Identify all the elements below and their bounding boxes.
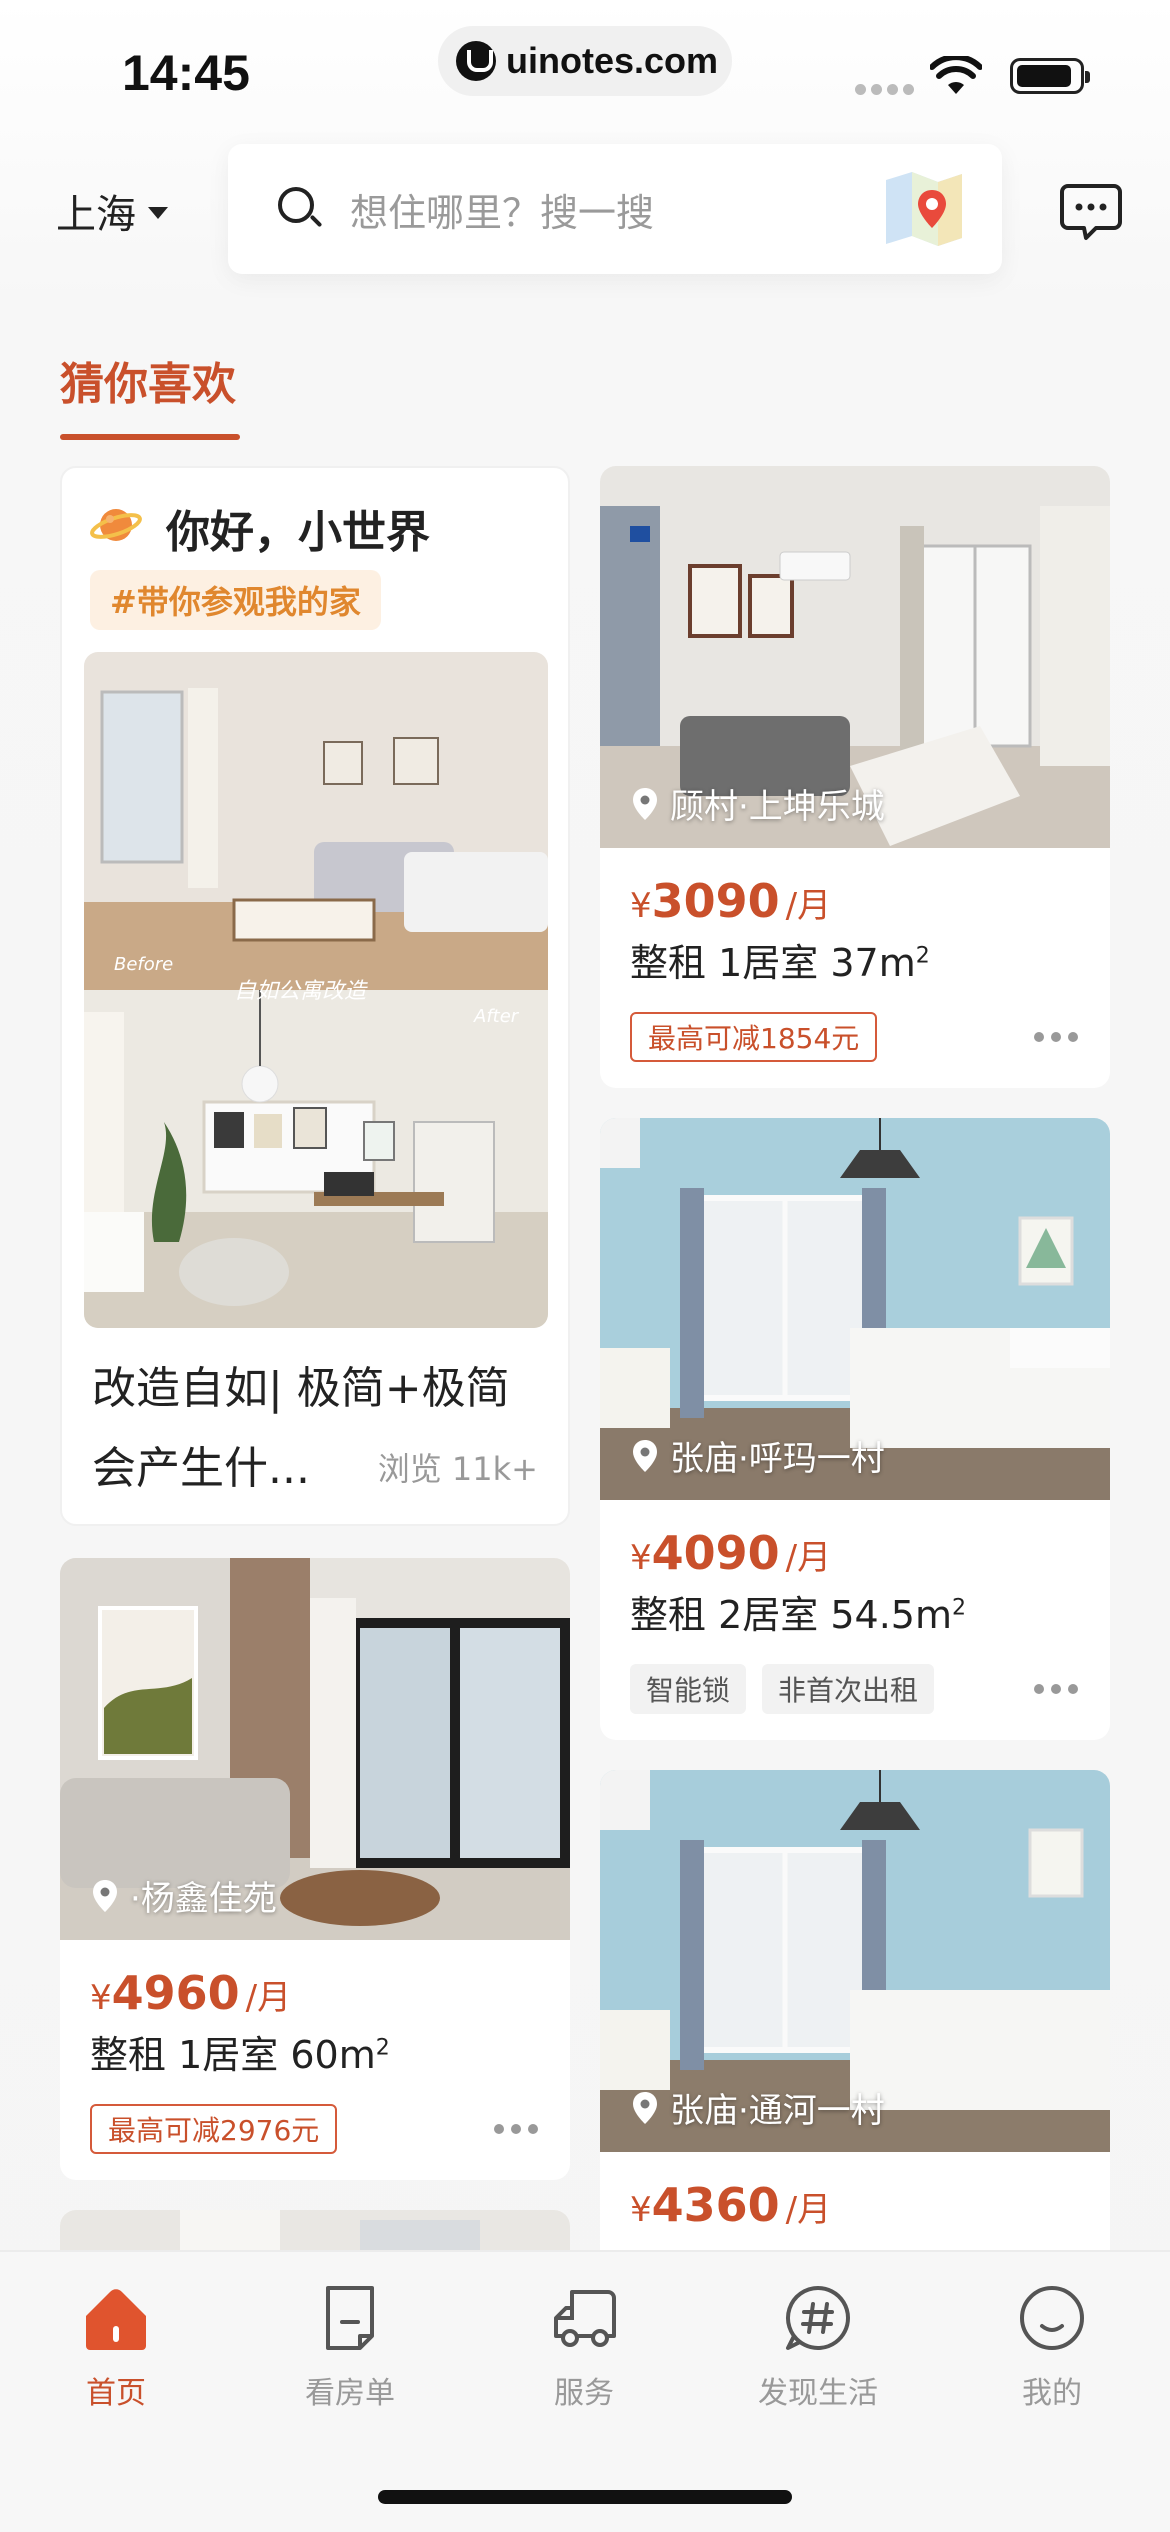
listing-photo: 张庙·通河一村: [600, 1770, 1110, 2152]
location-pin-icon: [633, 787, 657, 820]
home-icon: [86, 2289, 146, 2350]
location-text: 张庙·通河一村: [670, 2091, 885, 2131]
nav-discover[interactable]: 发现生活: [718, 2282, 918, 2412]
currency-symbol: ¥: [630, 886, 652, 926]
url-pill[interactable]: uinotes.com: [438, 26, 732, 96]
caption-center: 自如公寓改造: [234, 979, 368, 1004]
featured-article-card[interactable]: 你好，小世界 #带你参观我的家 Before 自如公寓改造 After 改造自如…: [60, 466, 570, 1526]
nav-label: 我的: [1022, 2376, 1082, 2411]
discount-badge: 最高可减2976元: [90, 2104, 338, 2154]
currency-symbol: ¥: [630, 1538, 652, 1578]
price-unit: /月: [245, 1978, 292, 2018]
featured-title: 你好，小世界: [166, 507, 430, 558]
featured-hashtag[interactable]: #带你参观我的家: [90, 570, 381, 630]
tab-guess-you-like[interactable]: 猜你喜欢: [60, 348, 236, 412]
price-unit: /月: [785, 2190, 832, 2230]
listing-location: ·杨鑫佳苑: [92, 1871, 277, 1920]
featured-image: Before 自如公寓改造 After: [84, 652, 548, 1328]
battery-icon: [1010, 58, 1090, 94]
discount-badge: 最高可减1854元: [630, 1012, 878, 1062]
city-selector[interactable]: 上海: [56, 182, 168, 240]
listing-spec: 整租 1居室 60m2: [90, 2024, 390, 2079]
nav-services[interactable]: 服务: [484, 2282, 684, 2412]
map-icon[interactable]: [882, 170, 966, 248]
spec-text: 整租 2居室 54.5m: [630, 1593, 952, 1637]
spec-superscript: 2: [915, 943, 930, 969]
smile-icon: [1020, 2286, 1084, 2350]
listing-photo: ·杨鑫佳苑: [60, 1558, 570, 1940]
spec-text: 整租 1居室 60m: [90, 2033, 376, 2077]
currency-symbol: ¥: [630, 2190, 652, 2230]
price-value: 4360: [651, 2178, 780, 2232]
nav-viewing-list[interactable]: 看房单: [250, 2282, 450, 2412]
more-icon[interactable]: [1034, 1684, 1078, 1696]
price-value: 3090: [651, 874, 780, 928]
price: ¥ 4960 /月: [90, 1966, 291, 2020]
featured-text-line2: 会产生什...: [92, 1443, 310, 1494]
status-time: 14:45: [122, 45, 250, 101]
location-text: 张庙·呼玛一村: [670, 1439, 885, 1479]
signal-icon: [855, 84, 914, 95]
nav-home[interactable]: 首页: [16, 2282, 216, 2412]
spec-superscript: 2: [375, 2035, 390, 2061]
listing-photo: 张庙·呼玛一村: [600, 1118, 1110, 1500]
nav-profile[interactable]: 我的: [952, 2282, 1152, 2412]
city-label: 上海: [56, 192, 136, 238]
listing-photo: 顾村·上坤乐城: [600, 466, 1110, 848]
planet-icon: [90, 509, 142, 541]
location-text: 顾村·上坤乐城: [670, 787, 885, 827]
truck-icon: [554, 2290, 616, 2347]
price: ¥ 3090 /月: [630, 874, 831, 928]
caret-down-icon: [148, 207, 168, 219]
price: ¥ 4090 /月: [630, 1526, 831, 1580]
status-bar: 14:45 uinotes.com: [0, 0, 1170, 140]
location-pin-icon: [633, 1439, 657, 1472]
message-icon[interactable]: [1060, 182, 1122, 242]
site-logo-icon: [456, 41, 496, 81]
price-unit: /月: [785, 1538, 832, 1578]
location-text: ·杨鑫佳苑: [130, 1879, 277, 1919]
caption-before: Before: [114, 954, 173, 975]
search-placeholder: 想住哪里？搜一搜: [350, 190, 655, 235]
price: ¥ 4360 /月: [630, 2178, 831, 2232]
listing-spec: 整租 1居室 37m2: [630, 932, 930, 987]
app-screen: 14:45 uinotes.com 上海 想住哪里？搜一搜 猜你喜欢 你好，小世…: [0, 0, 1170, 2532]
nav-label: 服务: [554, 2376, 614, 2411]
listing-location: 顾村·上坤乐城: [632, 779, 885, 828]
hashtag-icon: [786, 2286, 850, 2350]
url-text: uinotes.com: [506, 40, 719, 81]
more-icon[interactable]: [494, 2124, 538, 2136]
nav-label: 首页: [86, 2376, 146, 2411]
featured-text-line1: 改造自如| 极简+极简: [92, 1363, 510, 1414]
nav-label: 看房单: [305, 2376, 395, 2411]
listing-location: 张庙·通河一村: [632, 2083, 885, 2132]
listing-location: 张庙·呼玛一村: [632, 1431, 885, 1480]
nav-label: 发现生活: [758, 2376, 878, 2411]
currency-symbol: ¥: [90, 1978, 112, 2018]
price-value: 4090: [651, 1526, 780, 1580]
more-icon[interactable]: [1034, 1032, 1078, 1044]
listing-card[interactable]: ·杨鑫佳苑 ¥ 4960 /月 整租 1居室 60m2 最高可减2976元: [60, 1558, 570, 2180]
wifi-icon: [930, 56, 982, 94]
listing-card[interactable]: 张庙·呼玛一村 ¥ 4090 /月 整租 2居室 54.5m2 智能锁 非首次出…: [600, 1118, 1110, 1740]
feature-tag: 智能锁: [630, 1664, 747, 1714]
spec-superscript: 2: [951, 1595, 966, 1621]
list-icon: [326, 2286, 374, 2350]
price-unit: /月: [785, 886, 832, 926]
listing-card[interactable]: 顾村·上坤乐城 ¥ 3090 /月 整租 1居室 37m2 最高可减1854元: [600, 466, 1110, 1088]
location-pin-icon: [93, 1879, 117, 1912]
featured-views: 浏览 11k+: [377, 1450, 538, 1488]
price-value: 4960: [111, 1966, 240, 2020]
caption-after: After: [473, 1006, 520, 1027]
tab-underline: [60, 434, 240, 440]
search-icon: [278, 187, 323, 231]
spec-text: 整租 1居室 37m: [630, 941, 916, 985]
home-indicator[interactable]: [378, 2490, 792, 2504]
location-pin-icon: [633, 2091, 657, 2124]
listing-spec: 整租 2居室 54.5m2: [630, 1584, 966, 1639]
search-bar[interactable]: 想住哪里？搜一搜: [228, 144, 1002, 274]
feature-tag: 非首次出租: [762, 1664, 935, 1714]
